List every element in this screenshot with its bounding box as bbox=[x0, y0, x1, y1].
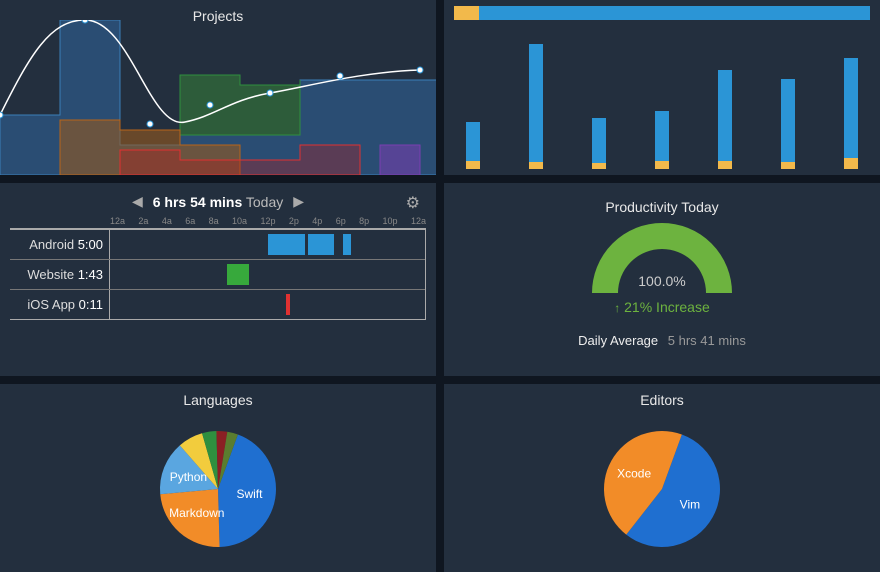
timeline-row-label: Android 5:00 bbox=[10, 230, 110, 259]
timeline-row-label: Website 1:43 bbox=[10, 260, 110, 289]
axis-tick: 8a bbox=[209, 216, 219, 226]
axis-tick: 12a bbox=[110, 216, 125, 226]
timeline-track bbox=[110, 230, 425, 259]
weekly-progress-bar bbox=[454, 6, 870, 20]
pie-slice-label: Swift bbox=[236, 487, 263, 501]
editors-title: Editors bbox=[444, 384, 880, 408]
timeline-duration: 6 hrs 54 mins bbox=[153, 194, 243, 210]
weekly-panel bbox=[444, 0, 880, 175]
timeline-block bbox=[268, 234, 306, 255]
timeline-block bbox=[343, 234, 351, 255]
weekly-progress-fill bbox=[454, 6, 479, 20]
projects-stacked-chart bbox=[0, 20, 436, 175]
timeline-block bbox=[286, 294, 290, 315]
axis-tick: 2a bbox=[138, 216, 148, 226]
axis-tick: 4p bbox=[312, 216, 322, 226]
daily-average-label: Daily Average bbox=[578, 333, 658, 348]
timeline-row: iOS App 0:11 bbox=[10, 289, 425, 319]
weekly-day-column bbox=[832, 30, 870, 169]
timeline-block bbox=[308, 234, 333, 255]
axis-tick: 6a bbox=[185, 216, 195, 226]
languages-title: Languages bbox=[0, 384, 436, 408]
projects-panel: Projects bbox=[0, 0, 436, 175]
timeline-header: ◀ 6 hrs 54 mins Today ▶ bbox=[0, 183, 436, 216]
weekly-day-column bbox=[643, 30, 681, 169]
axis-tick: 8p bbox=[359, 216, 369, 226]
timeline-period: Today bbox=[246, 194, 283, 210]
timeline-axis: 12a 2a 4a 6a 8a 10a 12p 2p 4p 6p 8p 10p 12a bbox=[110, 216, 426, 228]
timeline-row: Website 1:43 bbox=[10, 259, 425, 289]
productivity-panel: Productivity Today 100.0% ↑ 21% Increase… bbox=[444, 183, 880, 376]
languages-panel: Languages Swift Markdown Python bbox=[0, 384, 436, 572]
productivity-change: ↑ 21% Increase bbox=[614, 299, 710, 315]
axis-tick: 12a bbox=[411, 216, 426, 226]
daily-average-value: 5 hrs 41 mins bbox=[668, 333, 746, 348]
timeline-panel: ◀ 6 hrs 54 mins Today ▶ ⚙ 12a 2a 4a 6a 8a 10a… bbox=[0, 183, 436, 376]
axis-tick: 12p bbox=[260, 216, 275, 226]
weekly-day-column bbox=[769, 30, 807, 169]
timeline-block bbox=[227, 264, 249, 285]
timeline-rows: Android 5:00Website 1:43iOS App 0:11 bbox=[10, 228, 426, 320]
axis-tick: 10p bbox=[383, 216, 398, 226]
next-day-button[interactable]: ▶ bbox=[293, 193, 304, 210]
settings-gear-icon[interactable]: ⚙ bbox=[406, 193, 420, 213]
arrow-up-icon: ↑ bbox=[614, 301, 620, 315]
axis-tick: 2p bbox=[289, 216, 299, 226]
weekly-columns bbox=[454, 30, 870, 169]
pie-slice-label: Markdown bbox=[169, 505, 224, 519]
prev-day-button[interactable]: ◀ bbox=[132, 193, 143, 210]
timeline-track bbox=[110, 290, 425, 319]
timeline-row: Android 5:00 bbox=[10, 229, 425, 259]
weekly-day-column bbox=[517, 30, 555, 169]
editors-panel: Editors Vim Xcode bbox=[444, 384, 880, 572]
pie-slice-label: Xcode bbox=[617, 466, 651, 480]
editors-pie-chart: Vim Xcode bbox=[532, 411, 792, 561]
axis-tick: 4a bbox=[162, 216, 172, 226]
pie-slice-label: Vim bbox=[680, 497, 700, 511]
languages-pie-chart: Swift Markdown Python bbox=[88, 411, 348, 561]
weekly-day-column bbox=[706, 30, 744, 169]
timeline-track bbox=[110, 260, 425, 289]
axis-tick: 10a bbox=[232, 216, 247, 226]
productivity-percent: 100.0% bbox=[592, 273, 732, 289]
weekly-day-column bbox=[454, 30, 492, 169]
weekly-day-column bbox=[580, 30, 618, 169]
productivity-gauge: 100.0% bbox=[592, 223, 732, 293]
axis-tick: 6p bbox=[336, 216, 346, 226]
timeline-row-label: iOS App 0:11 bbox=[10, 290, 110, 319]
productivity-title: Productivity Today bbox=[605, 191, 718, 215]
pie-slice-label: Python bbox=[170, 470, 207, 484]
daily-average: Daily Average 5 hrs 41 mins bbox=[578, 333, 746, 348]
